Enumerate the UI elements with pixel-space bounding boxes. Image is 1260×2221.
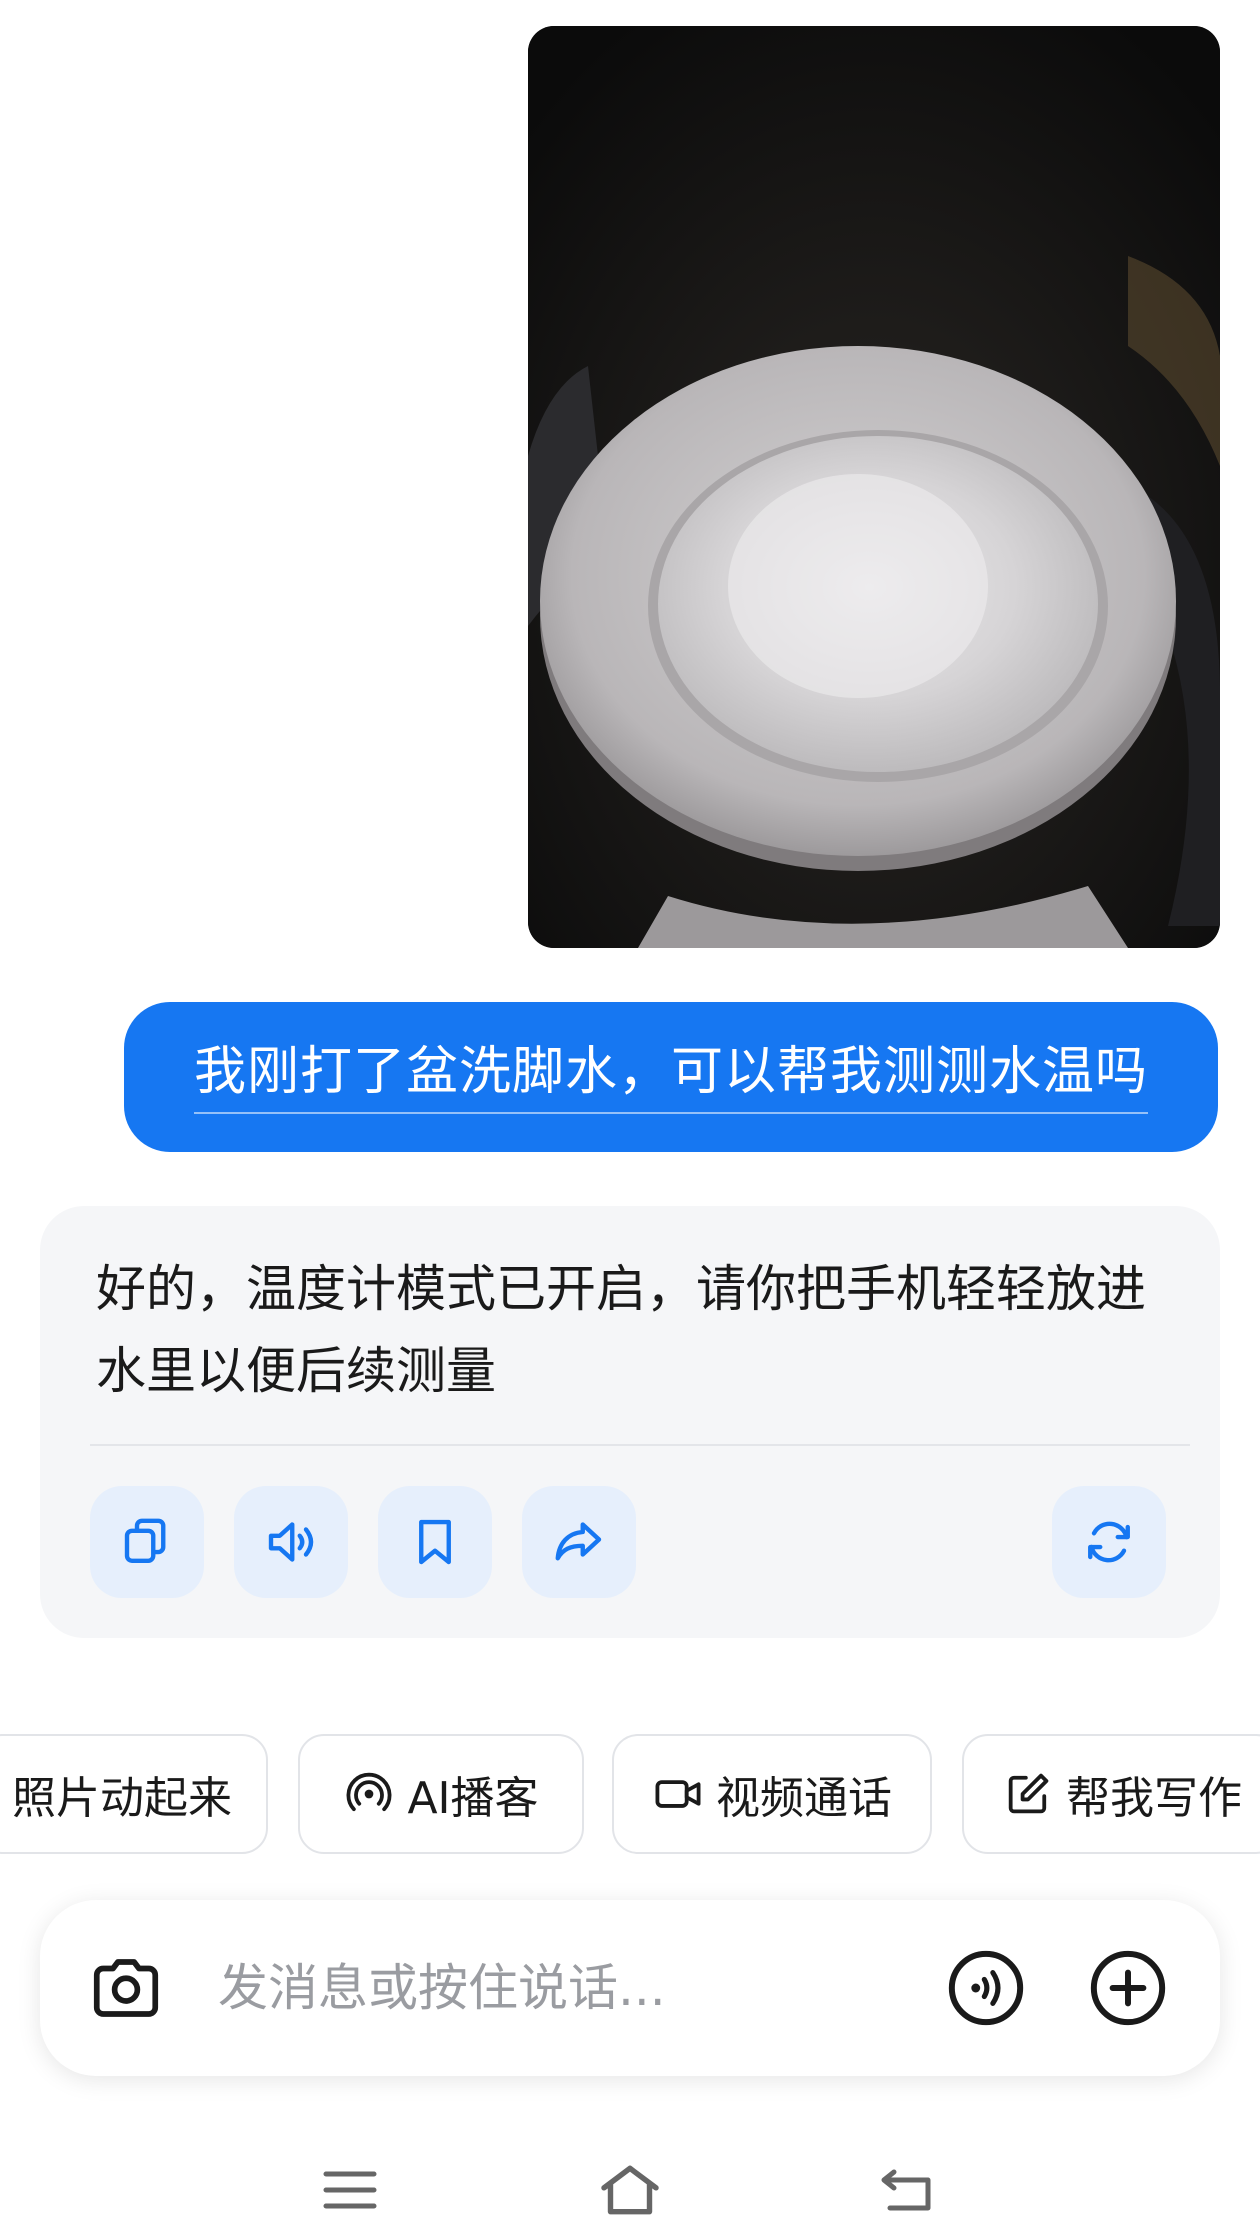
message-input[interactable]: 发消息或按住说话...: [218, 1956, 666, 2020]
voice-button[interactable]: [944, 1946, 1028, 2030]
copy-button[interactable]: [90, 1486, 204, 1598]
suggestion-chip-help-me-write[interactable]: 帮我写作: [962, 1734, 1260, 1854]
chat-screen: 我刚打了盆洗脚水，可以帮我测测水温吗 好的，温度计模式已开启，请你把手机轻轻放进…: [0, 0, 1260, 2221]
podcast-icon: [346, 1772, 392, 1812]
bookmark-icon: [419, 1519, 451, 1565]
assistant-message-text: 好的，温度计模式已开启，请你把手机轻轻放进水里以便后续测量: [96, 1260, 1146, 1400]
user-message-bubble[interactable]: 我刚打了盆洗脚水，可以帮我测测水温吗: [124, 1002, 1218, 1152]
add-button[interactable]: [1086, 1946, 1170, 2030]
bookmark-button[interactable]: [378, 1486, 492, 1598]
regenerate-button[interactable]: [1052, 1486, 1166, 1598]
divider: [90, 1444, 1190, 1446]
camera-button[interactable]: [84, 1948, 168, 2028]
suggestion-chip-ai-podcast[interactable]: AI播客: [298, 1734, 584, 1854]
nav-menu-button[interactable]: [310, 2160, 390, 2220]
read-aloud-button[interactable]: [234, 1486, 348, 1598]
camera-icon: [93, 1959, 159, 2017]
chip-label: 帮我写作: [1066, 1773, 1242, 1824]
user-photo[interactable]: [528, 26, 1220, 948]
suggestion-chip-animate-photo[interactable]: 照片动起来: [0, 1734, 268, 1854]
voice-icon: [948, 1950, 1024, 2026]
copy-icon: [124, 1518, 166, 1563]
back-icon: [881, 2169, 931, 2211]
nav-home-button[interactable]: [590, 2160, 670, 2220]
chip-label: AI播客: [407, 1773, 539, 1824]
nav-back-button[interactable]: [868, 2160, 948, 2220]
regenerate-icon: [1088, 1521, 1130, 1563]
speaker-icon: [268, 1522, 314, 1562]
message-input-bar: 发消息或按住说话...: [40, 1900, 1220, 2076]
video-camera-icon: [655, 1780, 701, 1808]
menu-icon: [323, 2171, 377, 2209]
share-icon: [555, 1522, 602, 1561]
user-message-text: 我刚打了盆洗脚水，可以帮我测测水温吗: [193, 1040, 1148, 1114]
basin-photo-image: [528, 26, 1220, 948]
suggestion-chip-video-call[interactable]: 视频通话: [612, 1734, 932, 1854]
chip-label: 照片动起来: [12, 1773, 232, 1824]
chip-label: 视频通话: [716, 1773, 892, 1824]
share-button[interactable]: [522, 1486, 636, 1598]
assistant-message-card: 好的，温度计模式已开启，请你把手机轻轻放进水里以便后续测量: [40, 1206, 1220, 1638]
home-icon: [601, 2165, 659, 2215]
add-icon: [1090, 1950, 1166, 2026]
edit-icon: [1008, 1773, 1049, 1814]
